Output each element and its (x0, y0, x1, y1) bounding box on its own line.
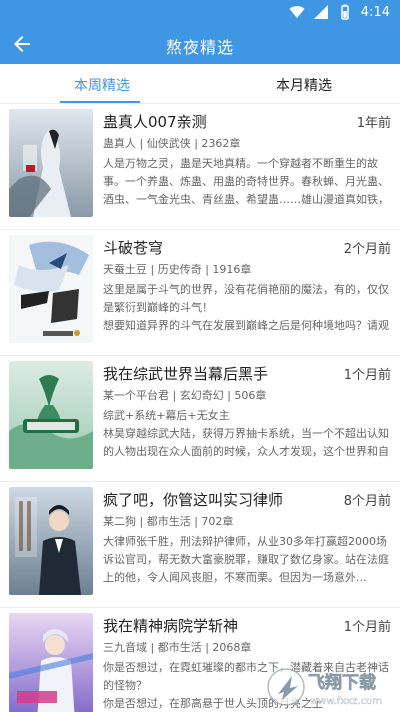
list-item[interactable]: 疯了吧，你管这叫实习律师 8个月前 某二狗 | 都市生活 | 702章 大律师张… (0, 482, 400, 608)
book-title: 我在精神病院学斩神 (103, 617, 239, 635)
app-bar: 熬夜精选 (0, 24, 400, 64)
book-meta: 某二狗 | 都市生活 | 702章 (103, 515, 234, 528)
book-title: 我在综武世界当幕后黑手 (103, 365, 269, 383)
status-time: 4:14 (360, 4, 390, 20)
book-update-time: 1年前 (356, 116, 391, 131)
watermark-logo: 飞翔下载 www.fxxz.com (267, 668, 382, 707)
book-meta: 天蚕土豆 | 历史传奇 | 1916章 (103, 263, 252, 276)
active-tab-indicator (60, 101, 140, 103)
svg-text:飞翔下载: 飞翔下载 (308, 672, 376, 693)
book-update-time: 1个月前 (343, 368, 391, 383)
list-item[interactable]: 我在综武世界当幕后黑手 1个月前 某一个平台君 | 玄幻奇幻 | 506章 综武… (0, 356, 400, 482)
tab-this-month[interactable]: 本月精选 (276, 75, 332, 95)
page-title: 熬夜精选 (165, 38, 234, 57)
book-meta: 某一个平台君 | 玄幻奇幻 | 506章 (103, 389, 267, 402)
book-update-time: 2个月前 (343, 242, 391, 257)
book-update-time: 8个月前 (343, 494, 391, 509)
list-item[interactable]: 蛊真人007亲测 1年前 蛊真人 | 仙侠武侠 | 2362章 人是万物之灵，蛊… (0, 104, 400, 230)
book-title: 斗破苍穹 (103, 239, 164, 257)
book-description: 人是万物之灵，蛊是天地真精。一个穿越者不断重生的故事。一个养蛊、炼蛊、用蛊的奇特… (103, 157, 389, 206)
tab-this-week[interactable]: 本周精选 (74, 75, 130, 95)
book-description: 大律师张千胜，刑法辩护律师，从业30多年打赢超2000场诉讼官司，帮无数大富豪脱… (103, 535, 389, 584)
book-cover (9, 109, 93, 217)
tab-bar: 本周精选 本月精选 (0, 64, 400, 104)
book-cover (9, 613, 93, 712)
book-description: 这里是属于斗气的世界，没有花俏艳丽的魔法，有的，仅仅是繁衍到巅峰的斗气！ 想要知… (103, 283, 389, 332)
book-description: 综武+系统+幕后+无女主 林昊穿越综武大陆，获得万界抽卡系统，当一个不超出认知的… (103, 409, 389, 458)
svg-text:www.fxxz.com: www.fxxz.com (310, 696, 382, 707)
book-meta: 三九音域 | 都市生活 | 2068章 (103, 641, 252, 654)
book-cover (9, 487, 93, 595)
book-title: 疯了吧，你管这叫实习律师 (103, 491, 284, 509)
book-cover (9, 361, 93, 469)
book-update-time: 1个月前 (343, 620, 391, 635)
book-cover (9, 235, 93, 343)
wifi-icon (289, 6, 305, 18)
book-list: 蛊真人007亲测 1年前 蛊真人 | 仙侠武侠 | 2362章 人是万物之灵，蛊… (0, 104, 400, 712)
status-bar: 4:14 (0, 0, 400, 24)
signal-icon (313, 5, 328, 19)
list-item[interactable]: 斗破苍穹 2个月前 天蚕土豆 | 历史传奇 | 1916章 这里是属于斗气的世界… (0, 230, 400, 356)
battery-icon (341, 4, 349, 20)
book-meta: 蛊真人 | 仙侠武侠 | 2362章 (103, 137, 241, 150)
book-title: 蛊真人007亲测 (103, 113, 207, 131)
